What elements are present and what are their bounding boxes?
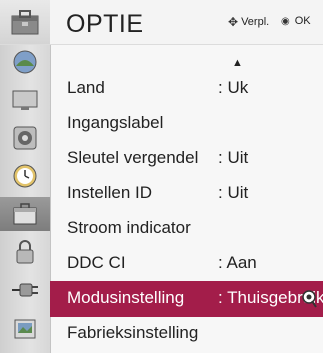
menu-item-label: DDC CI — [67, 253, 126, 272]
sidebar-item-photo[interactable] — [0, 311, 50, 345]
option-menu: OPTIE ✥ Verpl. ◉ OK Land: Uk ▲ Ingangsl… — [0, 0, 323, 353]
menu-item-label: Stroom indicator — [67, 218, 191, 237]
menu-item-sleutel-vergendel[interactable]: Sleutel vergendel : Uit — [50, 141, 323, 177]
scroll-up-arrow-icon[interactable]: ▲ — [232, 57, 243, 69]
menu-item-value: : Uit — [218, 148, 249, 167]
menu-item-value: : Uit — [218, 183, 249, 202]
navigation-arrows-icon: ✥ — [228, 15, 239, 29]
ok-hint-label: OK — [294, 15, 311, 27]
menu-item-label: Instellen ID — [67, 183, 153, 202]
menu-item-ddc-ci[interactable]: DDC CI : Aan — [50, 246, 323, 282]
sidebar-item-picture[interactable] — [0, 45, 50, 79]
input-icon — [12, 283, 38, 297]
page-title: OPTIE — [66, 10, 144, 38]
category-sidebar — [0, 45, 51, 353]
ok-button-icon: ◉ — [281, 15, 290, 27]
menu-item-stroom-indicator[interactable]: Stroom indicator — [50, 211, 323, 247]
menu-item-label: Sleutel vergendel — [67, 148, 199, 167]
menu-list: Land : Uk ▲ Ingangslabel Sleutel vergend… — [50, 45, 323, 353]
sidebar-item-audio[interactable] — [0, 121, 50, 155]
move-hint-label: Verpl. — [241, 16, 270, 28]
menu-item-land[interactable]: Land : Uk — [50, 71, 323, 107]
menu-item-value: : Aan — [218, 253, 257, 272]
screen-icon — [12, 90, 38, 110]
time-icon — [13, 164, 37, 188]
move-hint: ✥ Verpl. — [228, 15, 269, 29]
lock-icon — [16, 240, 34, 264]
menu-item-instellen-id[interactable]: Instellen ID : Uit — [50, 176, 323, 212]
option-icon — [13, 203, 37, 225]
audio-icon — [13, 126, 37, 150]
menu-item-label: Modusinstelling — [67, 288, 185, 307]
sidebar-item-option[interactable] — [0, 197, 50, 231]
photo-icon — [14, 319, 36, 339]
sidebar-item-screen[interactable] — [0, 83, 50, 117]
menu-item-fabrieksinstelling[interactable]: Fabrieksinstelling — [50, 316, 323, 352]
menu-item-label: Land — [67, 78, 105, 97]
ok-hint: ◉ OK — [281, 15, 311, 27]
option-toolbox-icon — [0, 0, 50, 44]
menu-item-label: Fabrieksinstelling — [67, 323, 199, 342]
pointer-cursor-icon — [302, 290, 317, 308]
menu-item-value: : Uk — [218, 78, 249, 97]
sidebar-item-lock[interactable] — [0, 235, 50, 269]
sidebar-item-input[interactable] — [0, 273, 50, 307]
menu-item-ingangslabel[interactable]: Ingangslabel — [50, 106, 323, 142]
menu-item-label: Ingangslabel — [67, 113, 164, 132]
sidebar-item-time[interactable] — [0, 159, 50, 193]
menu-header: OPTIE ✥ Verpl. ◉ OK — [0, 0, 323, 45]
menu-item-modusinstelling[interactable]: Modusinstelling : Thuisgebruik — [50, 281, 323, 317]
picture-icon — [13, 50, 37, 74]
